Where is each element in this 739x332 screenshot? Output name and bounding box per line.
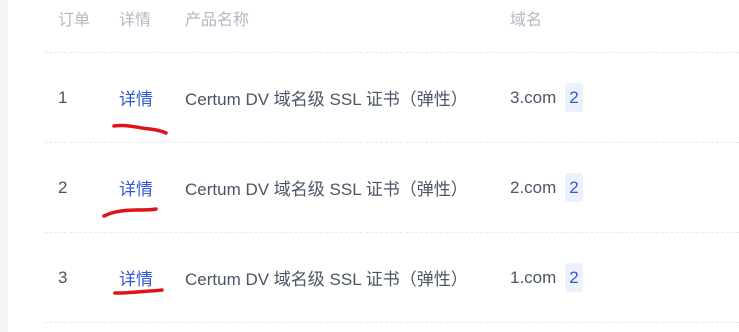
product-name: Certum DV 域名级 SSL 证书（弹性）: [185, 270, 468, 289]
order-id: 1: [58, 87, 68, 107]
product-name: Certum DV 域名级 SSL 证书（弹性）: [185, 180, 468, 199]
detail-link[interactable]: 详情: [119, 175, 153, 200]
order-id: 2: [58, 177, 68, 197]
domain-name: 2.com: [510, 177, 557, 197]
table-row: 1 详情 Certum DV 域名级 SSL 证书（弹性） 3.com 2: [44, 53, 739, 143]
header-product: 产品名称: [185, 12, 250, 29]
header-order: 订单: [58, 12, 91, 29]
domain-cell: 3.com 2: [510, 53, 583, 142]
detail-link[interactable]: 详情: [119, 265, 153, 290]
left-panel-edge: [0, 0, 8, 332]
detail-cell: 详情: [119, 143, 153, 232]
domain-cell: 1.com 2: [510, 233, 583, 322]
table-row: 2 详情 Certum DV 域名级 SSL 证书（弹性） 2.com 2: [44, 143, 739, 233]
domain-count-badge[interactable]: 2: [565, 173, 583, 202]
domain-count-badge[interactable]: 2: [565, 263, 583, 292]
domain-name: 3.com: [510, 87, 557, 107]
domain-cell: 2.com 2: [510, 143, 583, 232]
detail-cell: 详情: [119, 233, 153, 322]
detail-cell: 详情: [119, 53, 153, 142]
header-detail: 详情: [119, 12, 152, 29]
table-row: 3 详情 Certum DV 域名级 SSL 证书（弹性） 1.com 2: [44, 233, 739, 323]
product-name: Certum DV 域名级 SSL 证书（弹性）: [185, 90, 468, 109]
domain-name: 1.com: [510, 267, 557, 287]
table-header: 订单 详情 产品名称 域名: [44, 0, 739, 53]
orders-table: 订单 详情 产品名称 域名 1 详情 Certum DV 域名级 SSL 证书（…: [44, 0, 739, 323]
order-id: 3: [58, 267, 68, 287]
detail-link[interactable]: 详情: [119, 85, 153, 110]
domain-count-badge[interactable]: 2: [565, 83, 583, 112]
header-domain: 域名: [510, 12, 543, 29]
order-table-page: 订单 详情 产品名称 域名 1 详情 Certum DV 域名级 SSL 证书（…: [0, 0, 739, 332]
